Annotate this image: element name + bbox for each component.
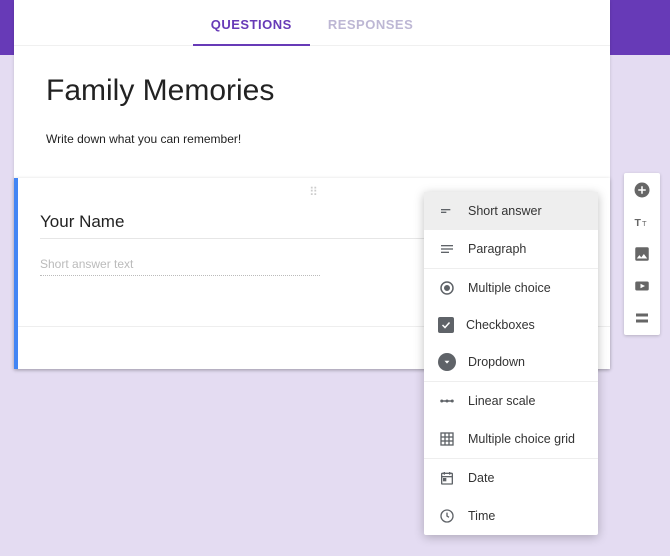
- menu-label: Multiple choice: [468, 281, 551, 295]
- menu-label: Dropdown: [468, 355, 525, 369]
- paragraph-icon: [438, 240, 456, 258]
- add-section-icon[interactable]: [633, 309, 651, 327]
- dropdown-icon: [438, 353, 456, 371]
- tabs-bar: QUESTIONS RESPONSES: [14, 0, 610, 46]
- form-header: Family Memories Write down what you can …: [14, 46, 610, 168]
- svg-text:T: T: [642, 219, 647, 228]
- add-question-icon[interactable]: [633, 181, 651, 199]
- menu-item-paragraph[interactable]: Paragraph: [424, 230, 598, 268]
- calendar-icon: [438, 469, 456, 487]
- menu-item-multiple-choice-grid[interactable]: Multiple choice grid: [424, 420, 598, 458]
- menu-label: Time: [468, 509, 495, 523]
- menu-item-date[interactable]: Date: [424, 459, 598, 497]
- checkbox-icon: [438, 317, 454, 333]
- svg-text:T: T: [635, 217, 642, 229]
- menu-label: Short answer: [468, 204, 542, 218]
- question-type-menu: Short answer Paragraph Multiple choice C…: [424, 192, 598, 535]
- menu-label: Linear scale: [468, 394, 535, 408]
- grid-icon: [438, 430, 456, 448]
- answer-type-preview: Short answer text: [40, 253, 320, 276]
- side-toolbar: TT: [624, 173, 660, 335]
- short-answer-icon: [438, 202, 456, 220]
- add-title-icon[interactable]: TT: [633, 213, 651, 231]
- add-image-icon[interactable]: [633, 245, 651, 263]
- menu-item-time[interactable]: Time: [424, 497, 598, 535]
- clock-icon: [438, 507, 456, 525]
- menu-item-dropdown[interactable]: Dropdown: [424, 343, 598, 381]
- menu-item-linear-scale[interactable]: Linear scale: [424, 382, 598, 420]
- linear-scale-icon: [438, 392, 456, 410]
- menu-label: Multiple choice grid: [468, 432, 575, 446]
- tab-responses[interactable]: RESPONSES: [310, 0, 431, 45]
- menu-label: Date: [468, 471, 494, 485]
- menu-item-short-answer[interactable]: Short answer: [424, 192, 598, 230]
- menu-label: Paragraph: [468, 242, 526, 256]
- form-title[interactable]: Family Memories: [46, 74, 578, 108]
- add-video-icon[interactable]: [633, 277, 651, 295]
- radio-icon: [438, 279, 456, 297]
- menu-label: Checkboxes: [466, 318, 535, 332]
- tab-questions[interactable]: QUESTIONS: [193, 0, 310, 45]
- menu-item-multiple-choice[interactable]: Multiple choice: [424, 269, 598, 307]
- form-description[interactable]: Write down what you can remember!: [46, 132, 578, 146]
- menu-item-checkboxes[interactable]: Checkboxes: [424, 307, 598, 343]
